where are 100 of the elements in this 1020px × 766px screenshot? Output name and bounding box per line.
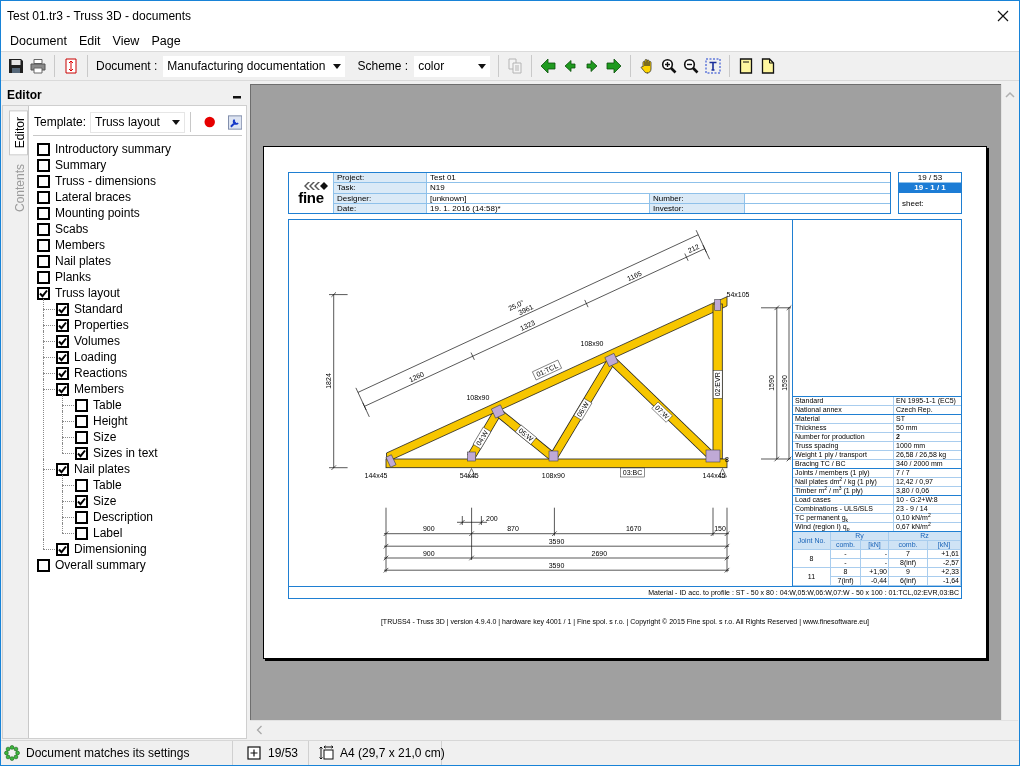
vertical-scrollbar[interactable] [1001,84,1018,720]
print-icon[interactable] [30,58,46,74]
field-label: Investor: [650,203,744,213]
zoom-out-icon[interactable] [683,58,700,74]
checkbox[interactable] [37,222,50,236]
template-dropdown[interactable]: Truss layout [90,111,186,133]
dot-icon[interactable] [204,116,216,128]
checkbox[interactable] [37,142,50,156]
checkbox-label[interactable]: Nail plates [74,462,131,476]
checkbox-label[interactable]: Nail plates [55,254,112,268]
checkbox[interactable] [75,526,88,540]
zoom-in-icon[interactable] [661,58,678,74]
menu-item[interactable]: View [106,31,146,50]
caret-icon [172,119,181,125]
checkbox-label[interactable]: Label [93,526,123,540]
checkbox-label[interactable]: Volumes [74,334,121,348]
text-frame-icon[interactable] [705,58,722,74]
checkbox[interactable] [37,286,50,300]
panel-title: Editor [7,87,42,102]
checkbox[interactable] [37,254,50,268]
left-arrow-icon[interactable] [562,58,579,74]
checkbox-label[interactable]: Table [93,478,122,492]
page-icon[interactable] [760,58,777,74]
close-icon[interactable] [997,9,1009,22]
field-label: Date: [334,203,426,213]
checkbox-label[interactable]: Height [93,414,128,428]
save-icon[interactable] [8,58,24,74]
page-icon[interactable] [738,58,755,74]
checkbox-label[interactable]: Size [93,430,117,444]
checkbox[interactable] [56,462,69,476]
checkbox-label[interactable]: Summary [55,158,107,172]
chevron-logo-icon [302,182,328,190]
checkbox-label[interactable]: Truss - dimensions [55,174,156,188]
menu-item[interactable]: Page [145,31,187,50]
checkbox[interactable] [56,382,69,396]
page-counter: 19/53 [268,746,299,760]
window-title: Test 01.tr3 - Truss 3D - documents [7,8,193,23]
checkbox[interactable] [56,542,69,556]
checkbox-label[interactable]: Mounting points [55,206,140,220]
checkbox-label[interactable]: Members [55,238,105,252]
checkbox-label[interactable]: Truss layout [55,286,120,300]
checkbox[interactable] [75,510,88,524]
field-value: Test 01 [427,173,890,183]
checkbox-label[interactable]: Properties [74,318,129,332]
checkbox[interactable] [56,318,69,332]
checkbox[interactable] [37,174,50,188]
checkbox-label[interactable]: Size [93,494,117,508]
sheet-label: sheet: [902,198,924,208]
field-label: Designer: [334,193,426,203]
checkbox[interactable] [75,478,88,492]
status-message: Document matches its settings [26,746,190,760]
checkbox-label[interactable]: Reactions [74,366,128,380]
checkbox[interactable] [37,270,50,284]
checkbox-label[interactable]: Table [93,398,122,412]
wrench-icon[interactable] [227,114,242,130]
checkbox[interactable] [56,350,69,364]
page-height-icon[interactable] [63,58,79,74]
field-label: Number: [650,193,744,203]
field-value: [unknown] [427,193,649,203]
menu-item[interactable]: Edit [73,31,107,50]
checkbox[interactable] [37,190,50,204]
checkbox[interactable] [37,238,50,252]
document-dropdown[interactable]: Manufacturing documentation [163,55,346,77]
checkbox[interactable] [75,398,88,412]
checkbox-label[interactable]: Scabs [55,222,89,236]
checkbox-label[interactable]: Members [74,382,124,396]
checkbox[interactable] [75,414,88,428]
checkbox[interactable] [37,158,50,172]
checkbox-label[interactable]: Standard [74,302,123,316]
panel-tab[interactable]: Editor [9,110,28,156]
checkbox-label[interactable]: Introductory summary [55,142,172,156]
toolbar-label: Scheme : [357,59,409,73]
checkbox-label[interactable]: Planks [55,270,92,284]
checkbox-label[interactable]: Dimensioning [74,542,147,556]
checkbox[interactable] [37,206,50,220]
field-value: N19 [427,183,890,193]
checkbox[interactable] [75,446,88,460]
checkbox-label[interactable]: Lateral braces [55,190,132,204]
logo-text: fine [298,191,324,204]
checkbox[interactable] [75,494,88,508]
checkbox-label[interactable]: Loading [74,350,117,364]
checkbox[interactable] [75,430,88,444]
checkbox-label[interactable]: Overall summary [55,558,146,572]
checkbox-label[interactable]: Sizes in text [93,446,158,460]
scheme-dropdown[interactable]: color [414,55,491,77]
field-label: Project: [334,173,426,183]
checkbox[interactable] [56,334,69,348]
dots-ring-icon [4,745,20,761]
template-label: Template: [34,115,87,129]
left-arrow-icon[interactable] [540,58,557,74]
right-arrow-icon[interactable] [606,58,623,74]
checkbox[interactable] [56,366,69,380]
field-label: Task: [334,183,426,193]
checkbox-label[interactable]: Description [93,510,154,524]
toolbar-label: Document : [96,59,158,73]
sheet-index: 19 - 1 / 1 [899,183,961,193]
paper-size: A4 (29,7 x 21,0 cm) [340,746,445,760]
menu-item[interactable]: Document [4,31,73,50]
checkbox[interactable] [37,558,50,572]
checkbox[interactable] [56,302,69,316]
